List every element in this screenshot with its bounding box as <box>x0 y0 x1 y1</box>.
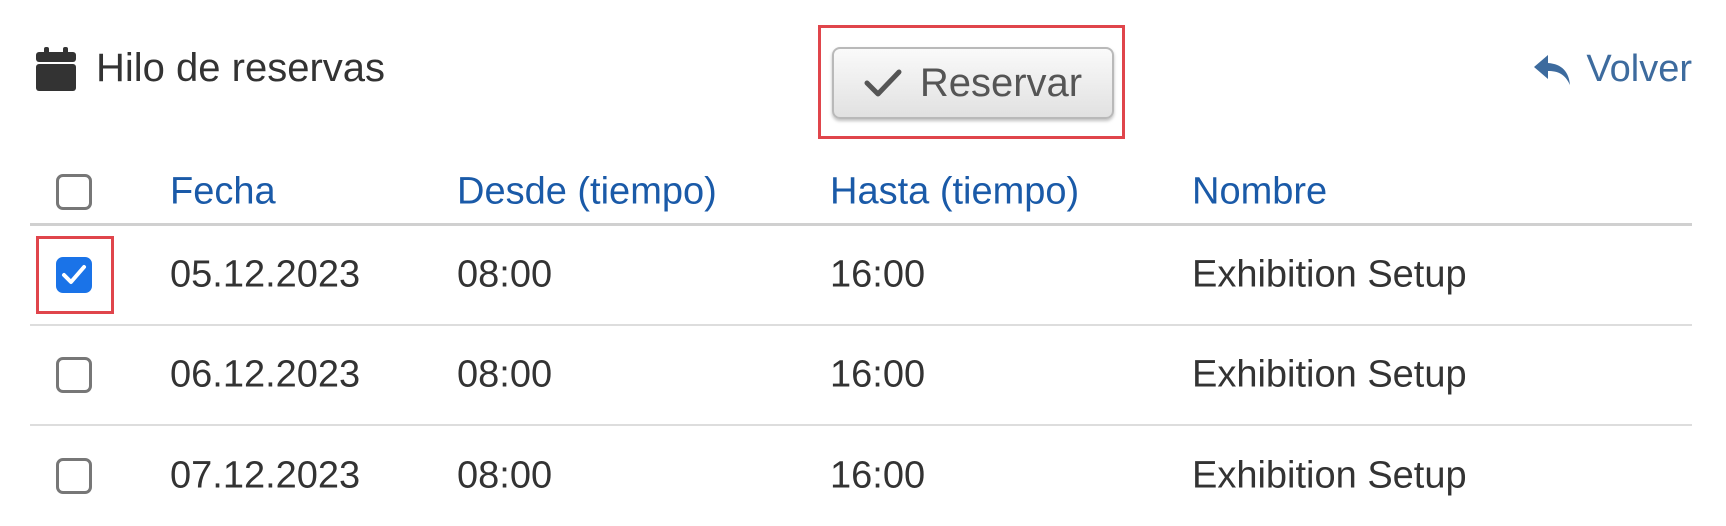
row-select-cell <box>56 357 92 393</box>
column-header-desde[interactable]: Desde (tiempo) <box>457 170 717 213</box>
page-title-text: Hilo de reservas <box>96 46 386 90</box>
row-checkbox[interactable] <box>56 458 92 494</box>
checkmark-icon <box>62 265 86 284</box>
back-link[interactable]: Volver <box>1532 48 1692 91</box>
cell-nombre: Exhibition Setup <box>1192 253 1467 296</box>
reserve-button-label: Reservar <box>919 60 1083 105</box>
cell-nombre: Exhibition Setup <box>1192 353 1467 396</box>
cell-hasta: 16:00 <box>830 253 926 296</box>
column-header-hasta[interactable]: Hasta (tiempo) <box>830 170 1079 213</box>
table-row: 06.12.2023 08:00 16:00 Exhibition Setup <box>30 326 1692 426</box>
calendar-icon <box>36 46 76 91</box>
row-checkbox[interactable] <box>56 257 92 293</box>
reply-arrow-icon <box>1534 54 1571 85</box>
row-select-cell <box>56 257 92 293</box>
reservation-page: Hilo de reservas Reservar Volver Fecha D… <box>0 0 1726 526</box>
cell-nombre: Exhibition Setup <box>1192 454 1467 497</box>
table-row: 07.12.2023 08:00 16:00 Exhibition Setup <box>30 426 1692 526</box>
reservations-table: Fecha Desde (tiempo) Hasta (tiempo) Nomb… <box>30 160 1692 526</box>
cell-desde: 08:00 <box>457 353 553 396</box>
table-row: 05.12.2023 08:00 16:00 Exhibition Setup <box>30 226 1692 326</box>
column-header-nombre[interactable]: Nombre <box>1192 170 1327 213</box>
cell-hasta: 16:00 <box>830 353 926 396</box>
cell-fecha: 06.12.2023 <box>170 353 361 396</box>
column-header-fecha[interactable]: Fecha <box>170 170 276 213</box>
check-icon <box>864 69 902 97</box>
back-link-label: Volver <box>1586 48 1692 90</box>
cell-desde: 08:00 <box>457 454 553 497</box>
cell-fecha: 07.12.2023 <box>170 454 361 497</box>
row-select-cell <box>56 458 92 494</box>
cell-desde: 08:00 <box>457 253 553 296</box>
select-all-checkbox[interactable] <box>56 173 92 210</box>
table-header-row: Fecha Desde (tiempo) Hasta (tiempo) Nomb… <box>30 160 1692 226</box>
row-checkbox[interactable] <box>56 357 92 393</box>
cell-hasta: 16:00 <box>830 454 926 497</box>
select-all-cell <box>56 173 92 210</box>
cell-fecha: 05.12.2023 <box>170 253 361 296</box>
reserve-button[interactable]: Reservar <box>832 47 1114 119</box>
page-title: Hilo de reservas <box>36 46 385 91</box>
